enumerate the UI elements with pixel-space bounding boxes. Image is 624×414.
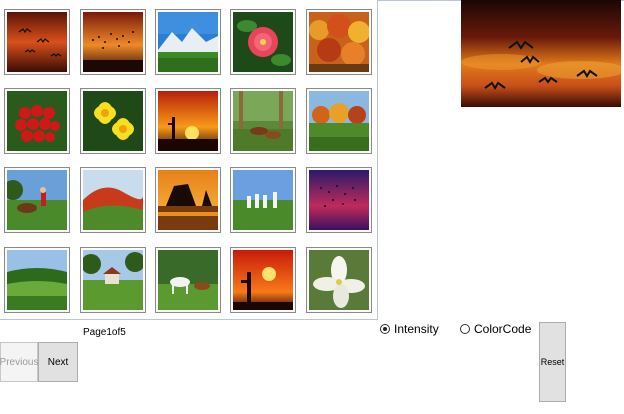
daffodils-image: [83, 91, 143, 151]
thumbnail-bird-flock[interactable]: [80, 9, 146, 75]
image-gallery-panel: [0, 0, 378, 320]
birds-purple-sky-image: [309, 170, 369, 230]
thumbnail-autumn-forest[interactable]: [306, 9, 372, 75]
mountains-image: [158, 12, 218, 72]
intensity-radio[interactable]: [380, 324, 390, 334]
white-posts-image: [233, 170, 293, 230]
autumn-forest-image: [309, 12, 369, 72]
cactus-sun-image: [233, 250, 293, 310]
bird-flock-image: [83, 12, 143, 72]
white-horse-image: [158, 250, 218, 310]
rose-image: [233, 12, 293, 72]
next-button[interactable]: Next: [38, 342, 78, 382]
thumbnail-red-berries[interactable]: [4, 88, 70, 154]
thumbnail-farmland[interactable]: [4, 247, 70, 313]
birds-sunset-preview-image: [461, 0, 621, 107]
thumbnail-horses-woods[interactable]: [230, 88, 296, 154]
selected-image-preview: [461, 0, 621, 107]
thumbnail-cactus-sun[interactable]: [230, 247, 296, 313]
rock-lake-image: [158, 170, 218, 230]
thumbnail-red-hills[interactable]: [80, 167, 146, 233]
thumbnail-birds-purple-sky[interactable]: [306, 167, 372, 233]
birds-sunset-image: [7, 12, 67, 72]
thumbnail-white-horse[interactable]: [155, 247, 221, 313]
thumbnail-rose[interactable]: [230, 9, 296, 75]
thumbnail-autumn-meadow[interactable]: [306, 88, 372, 154]
horse-rider-image: [7, 170, 67, 230]
thumbnail-white-lily[interactable]: [306, 247, 372, 313]
page-indicator: Page1of5: [83, 327, 126, 338]
red-hills-image: [83, 170, 143, 230]
thumbnail-horse-rider[interactable]: [4, 167, 70, 233]
intensity-label: Intensity: [394, 322, 439, 336]
farmland-image: [7, 250, 67, 310]
thumbnail-white-posts[interactable]: [230, 167, 296, 233]
thumbnail-desert-sunset[interactable]: [155, 88, 221, 154]
colorcode-label: ColorCode: [474, 322, 532, 336]
desert-sunset-image: [158, 91, 218, 151]
white-lily-image: [309, 250, 369, 310]
thumbnail-rock-lake[interactable]: [155, 167, 221, 233]
colorcode-radio[interactable]: [460, 324, 470, 334]
thumbnail-village[interactable]: [80, 247, 146, 313]
intensity-option[interactable]: Intensity: [380, 322, 439, 336]
village-image: [83, 250, 143, 310]
horses-woods-image: [233, 91, 293, 151]
thumbnail-mountains[interactable]: [155, 9, 221, 75]
thumbnail-daffodils[interactable]: [80, 88, 146, 154]
red-berries-image: [7, 91, 67, 151]
autumn-meadow-image: [309, 91, 369, 151]
colorcode-option[interactable]: ColorCode: [460, 322, 531, 336]
reset-button[interactable]: Reset: [539, 322, 566, 402]
thumbnail-birds-sunset[interactable]: [4, 9, 70, 75]
previous-button[interactable]: Previous: [0, 342, 38, 382]
